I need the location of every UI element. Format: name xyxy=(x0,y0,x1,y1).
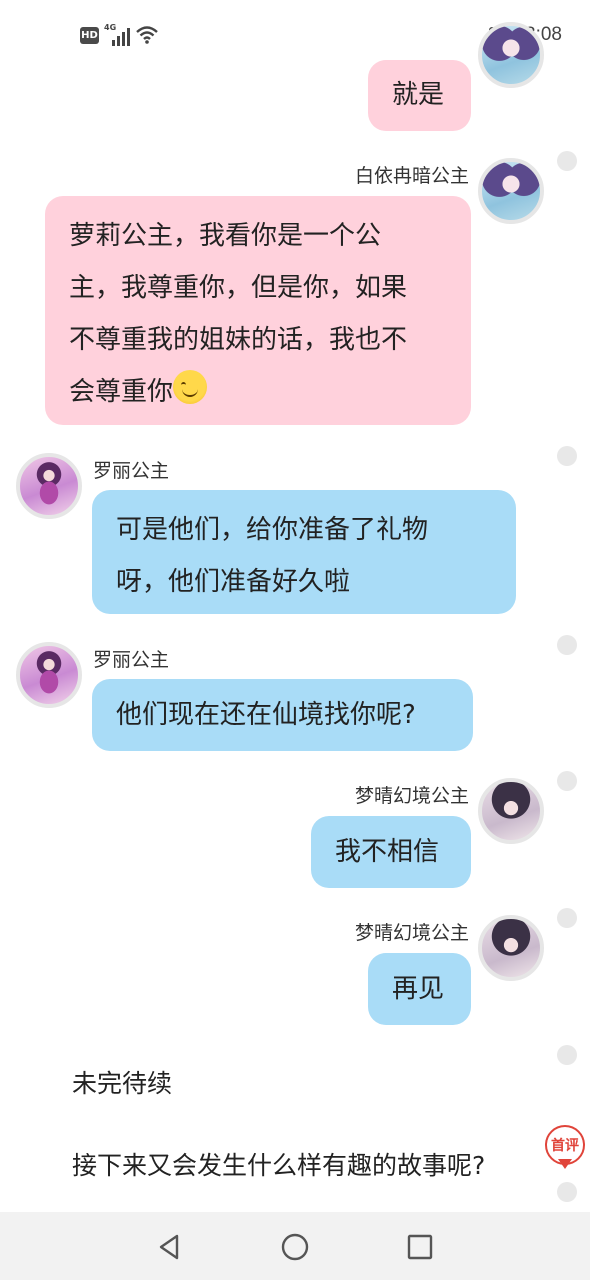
message-line: 主，我尊重你，但是你，如果 xyxy=(69,273,408,303)
message-dot xyxy=(557,771,577,791)
sender-name: 白依冉暗公主 xyxy=(354,165,469,187)
chat-bubble[interactable]: 再见 xyxy=(368,953,471,1025)
avatar[interactable] xyxy=(478,915,544,981)
badge-pointer xyxy=(558,1159,572,1169)
chat-bubble[interactable]: 萝莉公主，我看你是一个公 主，我尊重你，但是你，如果 不尊重我的姐妹的话，我也不… xyxy=(45,196,471,425)
chat-bubble[interactable]: 他们现在还在仙境找你呢? xyxy=(92,679,473,751)
sender-name: 梦晴幻境公主 xyxy=(354,785,469,807)
sender-name: 罗丽公主 xyxy=(93,649,170,671)
sender-name: 罗丽公主 xyxy=(93,460,170,482)
message-text: 他们现在还在仙境找你呢? xyxy=(116,700,416,730)
message-text: 再见 xyxy=(392,974,445,1004)
message-dot xyxy=(557,151,577,171)
first-review-badge[interactable]: 首评 xyxy=(545,1125,585,1171)
smiling-face-emoji-icon xyxy=(173,370,208,404)
recent-apps-square-icon[interactable] xyxy=(405,1232,435,1262)
avatar[interactable] xyxy=(478,778,544,844)
chat-bubble[interactable]: 可是他们，给你准备了礼物 呀，他们准备好久啦 xyxy=(92,490,516,614)
message-line: 可是他们，给你准备了礼物 xyxy=(116,515,429,545)
message-text: 我不相信 xyxy=(335,837,440,867)
message-dot xyxy=(557,1182,577,1202)
back-triangle-icon[interactable] xyxy=(155,1232,185,1262)
message-line: 呀，他们准备好久啦 xyxy=(116,567,351,597)
avatar[interactable] xyxy=(16,453,82,519)
home-circle-icon[interactable] xyxy=(280,1232,310,1262)
chat-bubble[interactable]: 就是 xyxy=(368,60,471,131)
avatar[interactable] xyxy=(478,158,544,224)
story-text-to-be-continued: 未完待续 xyxy=(72,1069,173,1098)
message-line: 会尊重你 xyxy=(69,377,174,407)
message-line: 不尊重我的姐妹的话，我也不 xyxy=(69,325,408,355)
sender-name: 梦晴幻境公主 xyxy=(354,922,469,944)
story-text-question: 接下来又会发生什么样有趣的故事呢? xyxy=(72,1151,486,1180)
cellular-signal-icon: 4G xyxy=(104,23,130,46)
avatar[interactable] xyxy=(478,22,544,88)
avatar[interactable] xyxy=(16,642,82,708)
chat-bubble[interactable]: 我不相信 xyxy=(311,816,471,888)
hd-icon: HD xyxy=(80,26,99,44)
status-left: HD 4G xyxy=(80,23,159,46)
message-dot xyxy=(557,635,577,655)
message-dot xyxy=(557,1045,577,1065)
message-text: 就是 xyxy=(392,80,445,110)
message-line: 萝莉公主，我看你是一个公 xyxy=(69,221,382,251)
wifi-icon xyxy=(136,26,158,44)
message-dot xyxy=(557,908,577,928)
message-dot xyxy=(557,446,577,466)
system-navigation-bar xyxy=(0,1212,590,1280)
